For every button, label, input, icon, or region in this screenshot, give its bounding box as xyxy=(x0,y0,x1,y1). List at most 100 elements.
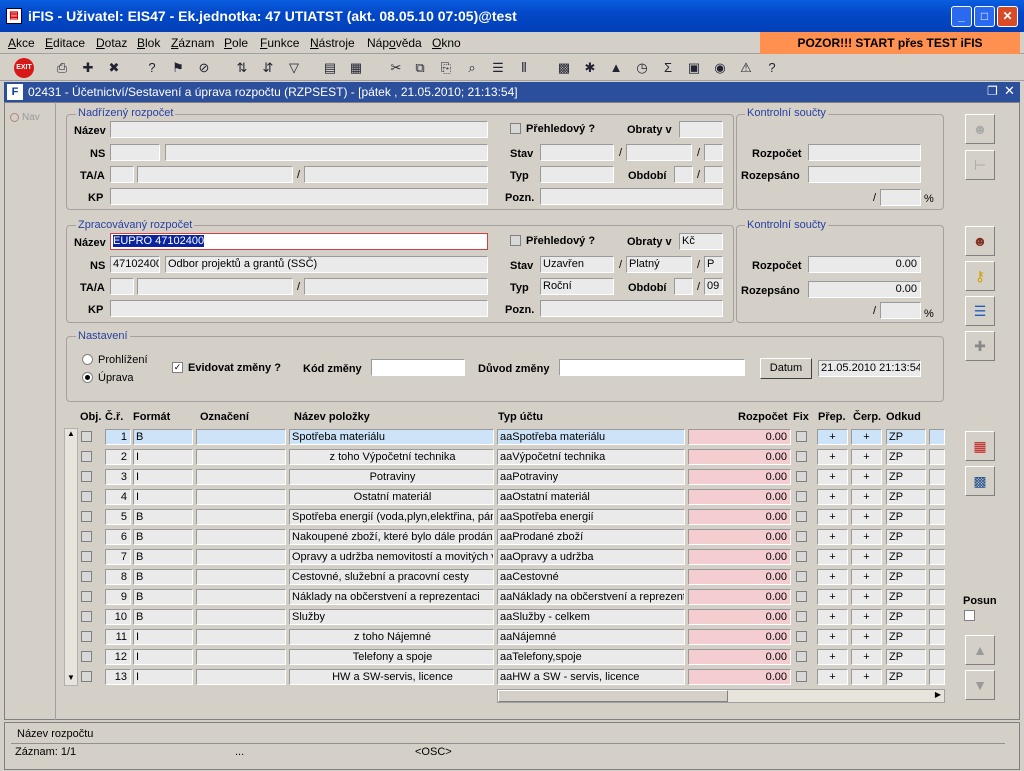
close-button[interactable]: ✕ xyxy=(997,6,1018,27)
row-oznaceni-cell[interactable] xyxy=(196,529,286,545)
row-cerp-cell[interactable]: + xyxy=(851,429,882,445)
row-odkud-cell[interactable]: ZP xyxy=(886,469,926,485)
row-format-cell[interactable]: B xyxy=(133,509,193,525)
nadrizeny-taa1-field[interactable] xyxy=(110,166,134,183)
menu-pole[interactable]: Pole xyxy=(224,36,248,50)
query-icon[interactable]: ? xyxy=(142,58,162,78)
row-nazev-cell[interactable]: Ostatní materiál xyxy=(289,489,494,505)
row-obj-checkbox[interactable] xyxy=(81,671,92,682)
menu-funkce[interactable]: Funkce xyxy=(260,36,299,50)
table-vertical-scrollbar[interactable]: ▲ ▼ xyxy=(64,428,78,686)
zpracovavany-obdobi1-field[interactable] xyxy=(674,278,693,295)
row-format-cell[interactable]: I xyxy=(133,669,193,685)
row-rozpocet-cell[interactable]: 0.00 xyxy=(688,589,791,605)
row-fix-checkbox[interactable] xyxy=(796,431,807,442)
row-extra-cell[interactable] xyxy=(929,629,945,645)
nadrizeny-stav1-field[interactable] xyxy=(540,144,614,161)
menu-akce[interactable]: Akce xyxy=(8,36,35,50)
row-nazev-cell[interactable]: z toho Nájemné xyxy=(289,629,494,645)
row-cr-cell[interactable]: 9 xyxy=(105,589,131,605)
row-rozpocet-cell[interactable]: 0.00 xyxy=(688,529,791,545)
menu-blok[interactable]: Blok xyxy=(137,36,160,50)
row-prep-cell[interactable]: + xyxy=(817,609,848,625)
row-fix-checkbox[interactable] xyxy=(796,471,807,482)
row-cerp-cell[interactable]: + xyxy=(851,449,882,465)
zpracovavany-taa2-field[interactable] xyxy=(137,278,293,295)
row-oznaceni-cell[interactable] xyxy=(196,489,286,505)
copy-icon[interactable]: ⧉ xyxy=(410,58,430,78)
row-nazev-cell[interactable]: Nakoupené zboží, které bylo dále prodáno xyxy=(289,529,494,545)
print-icon[interactable]: ▤ xyxy=(320,58,340,78)
help-context-icon[interactable]: ⚠ xyxy=(736,58,756,78)
columns-icon[interactable]: ⫴ xyxy=(514,58,534,78)
form-close-icon[interactable]: ✕ xyxy=(1004,83,1015,99)
row-obj-checkbox[interactable] xyxy=(81,531,92,542)
move-down-icon[interactable]: ▼ xyxy=(965,670,995,700)
row-oznaceni-cell[interactable] xyxy=(196,509,286,525)
row-extra-cell[interactable] xyxy=(929,529,945,545)
sum-icon[interactable]: Σ xyxy=(658,58,678,78)
row-obj-checkbox[interactable] xyxy=(81,631,92,642)
row-format-cell[interactable]: B xyxy=(133,609,193,625)
row-typ-cell[interactable]: aaSpotřeba energií xyxy=(497,509,685,525)
row-nazev-cell[interactable]: Náklady na občerstvení a reprezentaci xyxy=(289,589,494,605)
zpracovavany-taa3-field[interactable] xyxy=(304,278,488,295)
row-nazev-cell[interactable]: Spotřeba energií (voda,plyn,elektřina, p… xyxy=(289,509,494,525)
row-prep-cell[interactable]: + xyxy=(817,549,848,565)
menu-editace[interactable]: Editace xyxy=(45,36,85,50)
row-fix-checkbox[interactable] xyxy=(796,511,807,522)
row-odkud-cell[interactable]: ZP xyxy=(886,609,926,625)
row-fix-checkbox[interactable] xyxy=(796,631,807,642)
row-typ-cell[interactable]: aaCestovné xyxy=(497,569,685,585)
row-cerp-cell[interactable]: + xyxy=(851,669,882,685)
row-nazev-cell[interactable]: Telefony a spoje xyxy=(289,649,494,665)
row-odkud-cell[interactable]: ZP xyxy=(886,589,926,605)
row-extra-cell[interactable] xyxy=(929,669,945,685)
row-prep-cell[interactable]: + xyxy=(817,429,848,445)
row-format-cell[interactable]: B xyxy=(133,549,193,565)
nadrizeny-kp-field[interactable] xyxy=(110,188,488,205)
row-oznaceni-cell[interactable] xyxy=(196,629,286,645)
row-rozpocet-cell[interactable]: 0.00 xyxy=(688,509,791,525)
nadrizeny-obdobi2-field[interactable] xyxy=(704,166,723,183)
restore-icon[interactable]: ❐ xyxy=(987,84,998,98)
row-typ-cell[interactable]: aaOstatní materiál xyxy=(497,489,685,505)
row-format-cell[interactable]: B xyxy=(133,529,193,545)
row-rozpocet-cell[interactable]: 0.00 xyxy=(688,549,791,565)
row-prep-cell[interactable]: + xyxy=(817,529,848,545)
prohlizeni-radio[interactable] xyxy=(82,354,93,365)
maximize-button[interactable]: □ xyxy=(974,6,995,27)
tree-gray-icon[interactable]: ⊢ xyxy=(965,150,995,180)
row-cr-cell[interactable]: 7 xyxy=(105,549,131,565)
row-prep-cell[interactable]: + xyxy=(817,669,848,685)
scroll-up-icon[interactable]: ▲ xyxy=(65,429,77,441)
row-cerp-cell[interactable]: + xyxy=(851,589,882,605)
zpracovavany-obraty-field[interactable]: Kč xyxy=(679,233,723,250)
menu-okno[interactable]: Okno xyxy=(432,36,461,50)
row-format-cell[interactable]: B xyxy=(133,569,193,585)
row-cr-cell[interactable]: 12 xyxy=(105,649,131,665)
row-typ-cell[interactable]: aaNáklady na občerstvení a reprezent xyxy=(497,589,685,605)
row-nazev-cell[interactable]: Cestovné, služební a pracovní cesty xyxy=(289,569,494,585)
row-nazev-cell[interactable]: Služby xyxy=(289,609,494,625)
row-prep-cell[interactable]: + xyxy=(817,649,848,665)
row-odkud-cell[interactable]: ZP xyxy=(886,529,926,545)
row-cr-cell[interactable]: 4 xyxy=(105,489,131,505)
row-odkud-cell[interactable]: ZP xyxy=(886,429,926,445)
row-extra-cell[interactable] xyxy=(929,449,945,465)
row-odkud-cell[interactable]: ZP xyxy=(886,509,926,525)
row-oznaceni-cell[interactable] xyxy=(196,649,286,665)
menu-napoveda[interactable]: Nápověda xyxy=(367,36,422,50)
row-extra-cell[interactable] xyxy=(929,649,945,665)
row-rozpocet-cell[interactable]: 0.00 xyxy=(688,629,791,645)
row-oznaceni-cell[interactable] xyxy=(196,609,286,625)
clock-icon[interactable]: ◷ xyxy=(632,58,652,78)
paste-icon[interactable]: ⎘ xyxy=(436,58,456,78)
query-execute-icon[interactable]: ⚑ xyxy=(168,58,188,78)
calc-icon[interactable]: ▩ xyxy=(965,466,995,496)
row-format-cell[interactable]: B xyxy=(133,429,193,445)
row-prep-cell[interactable]: + xyxy=(817,489,848,505)
window-titlebar[interactable]: ▤ iFIS - Uživatel: EIS47 - Ek.jednotka: … xyxy=(0,0,1024,32)
row-extra-cell[interactable] xyxy=(929,429,945,445)
row-oznaceni-cell[interactable] xyxy=(196,569,286,585)
